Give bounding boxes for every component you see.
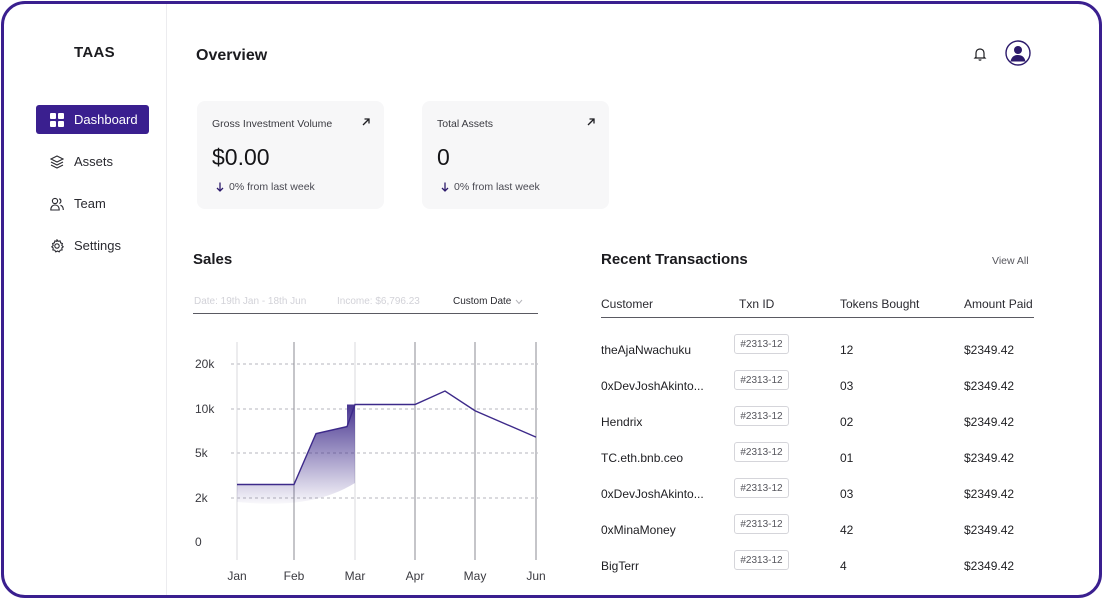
cell-customer: 0xDevJoshAkinto... xyxy=(601,379,704,393)
sales-area-fill xyxy=(237,404,355,504)
filter-income: Income: $6,796.23 xyxy=(337,296,420,307)
col-customer: Customer xyxy=(601,297,654,311)
chevron-down-icon xyxy=(515,299,523,304)
sidebar-item-label: Team xyxy=(74,196,106,211)
cell-tokens: 01 xyxy=(840,451,854,465)
txn-id-badge: #2313-12 xyxy=(734,406,789,426)
sidebar-item-label: Dashboard xyxy=(74,112,138,127)
stat-card-label: Gross Investment Volume xyxy=(212,118,333,130)
col-tokens: Tokens Bought xyxy=(840,297,920,311)
stat-card-label: Total Assets xyxy=(437,118,494,130)
transactions-header: Customer Txn ID Tokens Bought Amount Pai… xyxy=(601,296,1034,318)
cell-amount: $2349.42 xyxy=(964,487,1015,501)
gear-icon xyxy=(50,238,64,253)
sidebar-item-label: Assets xyxy=(74,154,114,169)
sidebar-item-team[interactable]: Team xyxy=(36,189,149,218)
main-content: Overview Gross Investment Volume $0.00 0… xyxy=(168,4,1099,595)
sales-chart: 20k 10k 5k 2k 0 Jan Feb Mar Apr May Jun xyxy=(195,342,546,583)
cell-customer: BigTerr xyxy=(601,559,640,573)
txn-id-badge: #2313-12 xyxy=(734,442,789,462)
stat-card-change: 0% from last week xyxy=(216,181,315,193)
sidebar-item-assets[interactable]: Assets xyxy=(36,147,149,176)
txn-id-badge: #2313-12 xyxy=(734,514,789,534)
stat-card-value: $0.00 xyxy=(212,144,270,170)
custom-date-label: Custom Date xyxy=(453,296,512,307)
y-tick-label: 20k xyxy=(195,357,215,371)
arrow-down-icon xyxy=(441,182,449,192)
cell-amount: $2349.42 xyxy=(964,415,1015,429)
table-row[interactable]: TC.eth.bnb.ceo #2313-12 01 $2349.42 xyxy=(601,440,1034,476)
cell-tokens: 4 xyxy=(840,559,847,573)
cell-amount: $2349.42 xyxy=(964,523,1015,537)
stat-card-total-assets: Total Assets 0 0% from last week xyxy=(422,101,609,209)
table-row[interactable]: Hendrix #2313-12 02 $2349.42 xyxy=(601,404,1034,440)
y-tick-label: 5k xyxy=(195,446,209,460)
page-title: Overview xyxy=(196,47,268,64)
txn-id-badge: #2313-12 xyxy=(734,550,789,570)
cell-amount: $2349.42 xyxy=(964,343,1015,357)
view-all-link[interactable]: View All xyxy=(992,255,1029,267)
table-row[interactable]: 0xDevJoshAkinto... #2313-12 03 $2349.42 xyxy=(601,476,1034,512)
cell-amount: $2349.42 xyxy=(964,379,1015,393)
sales-line xyxy=(237,390,537,486)
app-window: TAAS Dashboard Assets Team Settings Over… xyxy=(1,1,1102,598)
user-avatar-icon[interactable] xyxy=(1005,40,1031,66)
x-tick-label: Apr xyxy=(406,569,425,583)
x-tick-label: Jan xyxy=(227,569,246,583)
cell-tokens: 42 xyxy=(840,523,854,537)
sidebar-item-label: Settings xyxy=(74,238,121,253)
stat-card-change-text: 0% from last week xyxy=(454,181,540,193)
cell-customer: 0xDevJoshAkinto... xyxy=(601,487,704,501)
cell-customer: TC.eth.bnb.ceo xyxy=(601,451,684,465)
cell-customer: Hendrix xyxy=(601,415,643,429)
stat-card-change-text: 0% from last week xyxy=(229,181,315,193)
cell-tokens: 12 xyxy=(840,343,854,357)
x-tick-label: Feb xyxy=(284,569,305,583)
transactions-title: Recent Transactions xyxy=(601,251,748,268)
y-tick-label: 10k xyxy=(195,402,215,416)
table-row[interactable]: theAjaNwachuku #2313-12 12 $2349.42 xyxy=(601,332,1034,368)
stat-card-change: 0% from last week xyxy=(441,181,540,193)
sales-title: Sales xyxy=(193,251,233,268)
table-row[interactable]: BigTerr #2313-12 4 $2349.42 xyxy=(601,548,1034,584)
txn-id-badge: #2313-12 xyxy=(734,370,789,390)
y-tick-label: 2k xyxy=(195,491,209,505)
users-icon xyxy=(50,197,64,211)
sidebar-item-settings[interactable]: Settings xyxy=(36,231,149,260)
cell-amount: $2349.42 xyxy=(964,559,1015,573)
sidebar-item-dashboard[interactable]: Dashboard xyxy=(36,105,149,134)
sidebar: TAAS Dashboard Assets Team Settings xyxy=(4,4,167,595)
x-tick-label: Mar xyxy=(345,569,366,583)
arrow-up-right-icon[interactable] xyxy=(361,117,371,127)
stat-card-investment: Gross Investment Volume $0.00 0% from la… xyxy=(197,101,384,209)
cell-tokens: 02 xyxy=(840,415,854,429)
x-tick-label: Jun xyxy=(526,569,545,583)
txn-id-badge: #2313-12 xyxy=(734,334,789,354)
cell-tokens: 03 xyxy=(840,487,854,501)
x-tick-label: May xyxy=(464,569,487,583)
cell-tokens: 03 xyxy=(840,379,854,393)
custom-date-dropdown[interactable]: Custom Date xyxy=(453,296,523,307)
col-amount: Amount Paid xyxy=(964,297,1033,311)
table-row[interactable]: 0xDevJoshAkinto... #2313-12 03 $2349.42 xyxy=(601,368,1034,404)
col-txn-id: Txn ID xyxy=(739,297,775,311)
grid-icon xyxy=(50,112,64,127)
y-tick-label: 0 xyxy=(195,535,202,549)
table-row[interactable]: 0xMinaMoney #2313-12 42 $2349.42 xyxy=(601,512,1034,548)
arrow-down-icon xyxy=(216,182,224,192)
cell-amount: $2349.42 xyxy=(964,451,1015,465)
cell-customer: theAjaNwachuku xyxy=(601,343,692,357)
layers-icon xyxy=(50,154,64,169)
stat-card-value: 0 xyxy=(437,144,450,170)
bell-icon[interactable] xyxy=(972,46,988,62)
cell-customer: 0xMinaMoney xyxy=(601,523,676,537)
txn-id-badge: #2313-12 xyxy=(734,478,789,498)
sales-filter-bar: Date: 19th Jan - 18th Jun Income: $6,796… xyxy=(193,289,538,314)
arrow-up-right-icon[interactable] xyxy=(586,117,596,127)
brand-logo: TAAS xyxy=(74,44,115,61)
filter-date-range: Date: 19th Jan - 18th Jun xyxy=(194,296,307,307)
